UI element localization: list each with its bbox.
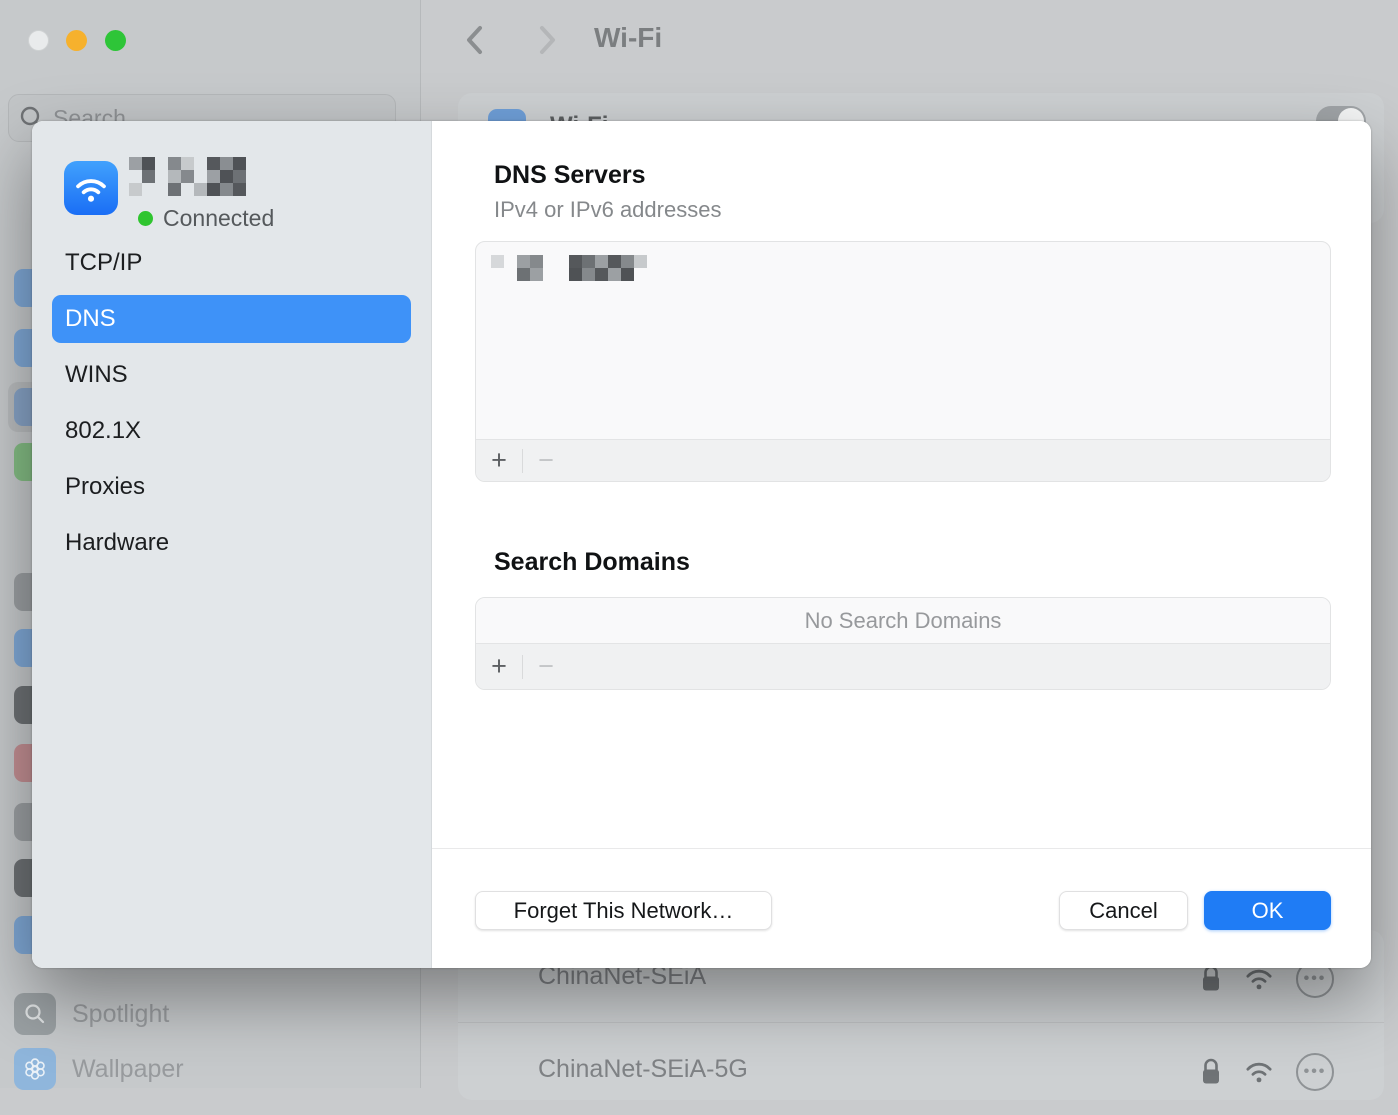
redacted-network-name bbox=[129, 157, 246, 196]
tab-tcpip[interactable]: TCP/IP bbox=[52, 239, 411, 287]
lock-icon bbox=[1200, 1057, 1222, 1087]
wallpaper-icon bbox=[14, 1048, 56, 1090]
tab-wins[interactable]: WINS bbox=[52, 351, 411, 399]
dns-entry-row[interactable] bbox=[476, 242, 1330, 439]
wifi-signal-icon bbox=[1244, 966, 1274, 992]
spotlight-icon bbox=[14, 993, 56, 1035]
status-label: Connected bbox=[163, 205, 274, 232]
add-domain-button[interactable]: + bbox=[476, 644, 522, 689]
forget-network-button[interactable]: Forget This Network… bbox=[475, 891, 772, 930]
wifi-icon bbox=[64, 161, 118, 215]
ok-button[interactable]: OK bbox=[1204, 891, 1331, 930]
back-button[interactable] bbox=[460, 22, 490, 58]
tab-8021x[interactable]: 802.1X bbox=[52, 407, 411, 455]
search-domains-title: Search Domains bbox=[494, 548, 690, 577]
dns-servers-subtitle: IPv4 or IPv6 addresses bbox=[494, 197, 721, 223]
dns-servers-title: DNS Servers bbox=[494, 161, 645, 190]
close-button[interactable] bbox=[28, 30, 49, 51]
dialog-nav: TCP/IP DNS WINS 802.1X Proxies Hardware bbox=[32, 239, 431, 575]
redacted-dns-entry bbox=[491, 255, 647, 281]
cancel-button[interactable]: Cancel bbox=[1059, 891, 1188, 930]
forward-button[interactable] bbox=[532, 22, 562, 58]
add-dns-button[interactable]: + bbox=[476, 440, 522, 481]
dialog-content: DNS Servers IPv4 or IPv6 addresses + − S… bbox=[432, 121, 1371, 968]
network-details-dialog: Connected TCP/IP DNS WINS 802.1X Proxies… bbox=[32, 121, 1371, 968]
sidebar-item-spotlight[interactable]: Spotlight bbox=[14, 993, 169, 1035]
wifi-signal-icon bbox=[1244, 1059, 1274, 1085]
minimize-button[interactable] bbox=[66, 30, 87, 51]
sidebar-item-label: Spotlight bbox=[72, 1000, 169, 1029]
more-options-button[interactable]: ••• bbox=[1296, 1053, 1334, 1091]
tab-dns[interactable]: DNS bbox=[52, 295, 411, 343]
zoom-button[interactable] bbox=[105, 30, 126, 51]
dns-servers-list: + − bbox=[475, 241, 1331, 482]
remove-dns-button[interactable]: − bbox=[523, 440, 569, 481]
network-name: ChinaNet-SEiA-5G bbox=[538, 1055, 748, 1084]
empty-search-domains: No Search Domains bbox=[476, 598, 1330, 643]
sidebar-item-wallpaper[interactable]: Wallpaper bbox=[14, 1048, 184, 1090]
sidebar-item-label: Wallpaper bbox=[72, 1055, 184, 1084]
connection-status: Connected bbox=[138, 205, 274, 232]
lock-icon bbox=[1200, 964, 1222, 994]
network-row[interactable]: ChinaNet-SEiA-5G ••• bbox=[458, 1023, 1384, 1115]
status-dot bbox=[138, 211, 153, 226]
tab-proxies[interactable]: Proxies bbox=[52, 463, 411, 511]
divider bbox=[432, 848, 1371, 849]
remove-domain-button[interactable]: − bbox=[523, 644, 569, 689]
tab-hardware[interactable]: Hardware bbox=[52, 519, 411, 567]
search-domains-list: No Search Domains + − bbox=[475, 597, 1331, 690]
page-title: Wi-Fi bbox=[594, 22, 662, 54]
dialog-sidebar: Connected TCP/IP DNS WINS 802.1X Proxies… bbox=[32, 121, 432, 968]
